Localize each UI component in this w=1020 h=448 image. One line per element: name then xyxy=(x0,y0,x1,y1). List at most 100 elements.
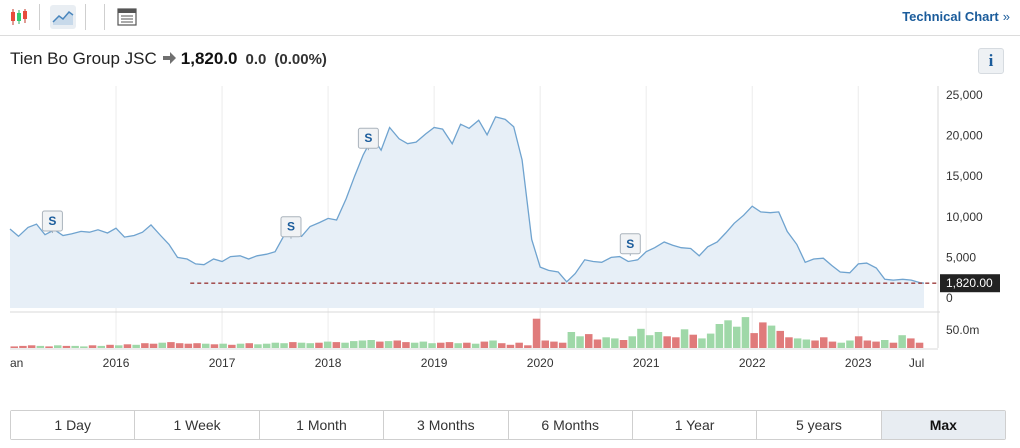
info-button[interactable]: i xyxy=(978,48,1004,74)
volume-bar xyxy=(402,342,410,348)
volume-bar xyxy=(62,345,71,348)
range-5-years[interactable]: 5 years xyxy=(757,411,882,439)
volume-bar xyxy=(323,341,332,348)
volume-bar xyxy=(515,342,523,348)
volume-bar xyxy=(289,342,297,348)
volume-bar xyxy=(733,326,741,348)
volume-bar xyxy=(149,343,158,348)
volume-bar xyxy=(480,341,489,348)
range-1-month[interactable]: 1 Month xyxy=(259,411,385,439)
volume-bar xyxy=(184,343,193,348)
volume-bar xyxy=(410,342,419,348)
volume-bar xyxy=(471,343,480,348)
volume-bar xyxy=(384,341,393,348)
volume-bar xyxy=(541,340,549,348)
volume-bar xyxy=(350,341,358,348)
range-3-months[interactable]: 3 Months xyxy=(384,411,509,439)
volume-axis-label: 50.0m xyxy=(946,323,979,337)
volume-bar xyxy=(297,342,306,348)
volume-bar xyxy=(645,335,654,348)
y-tick-label: 10,000 xyxy=(946,210,983,224)
last-price-tag-label: 1,820.00 xyxy=(946,276,993,290)
volume-bar xyxy=(602,337,610,348)
volume-bar xyxy=(811,340,819,348)
volume-bar xyxy=(567,332,576,348)
table-view-button[interactable] xyxy=(114,5,140,29)
candlestick-chart-button[interactable] xyxy=(6,5,32,29)
range-6-months[interactable]: 6 Months xyxy=(508,411,633,439)
volume-bar xyxy=(915,342,924,348)
volume-bar xyxy=(236,343,245,348)
volume-bar xyxy=(820,337,828,348)
x-tick-label: Jul xyxy=(909,356,924,370)
price-chart[interactable]: S S S S 25,000 20,000 15,000 10,000 5,000 0 50.0m… xyxy=(0,80,1020,380)
volume-bar xyxy=(132,344,140,348)
volume-bar xyxy=(19,345,27,348)
volume-bar xyxy=(158,342,166,348)
volume-bar xyxy=(376,341,384,348)
volume-bar xyxy=(315,342,323,348)
volume-bar xyxy=(689,334,697,348)
table-view-icon xyxy=(117,8,137,26)
chart-toolbar: Technical Chart» xyxy=(0,0,1020,36)
volume-bar xyxy=(71,345,79,348)
volume-bar xyxy=(367,340,375,348)
chart-widget: Technical Chart» Tien Bo Group JSC 1,820… xyxy=(0,0,1020,448)
info-icon: i xyxy=(988,51,994,70)
last-price-tag: 1,820.00 xyxy=(940,274,1000,293)
x-tick-label: 2019 xyxy=(421,356,448,370)
arrow-right-icon xyxy=(162,51,176,68)
candlestick-icon xyxy=(11,9,27,25)
y-tick-label: 0 xyxy=(946,291,953,305)
volume-bar xyxy=(863,340,872,348)
volume-bar xyxy=(141,343,149,348)
x-tick-label: 2020 xyxy=(527,356,554,370)
volume-bar xyxy=(628,336,636,348)
volume-bar xyxy=(262,343,271,348)
volume-bar xyxy=(576,336,584,348)
volume-bar xyxy=(27,345,36,348)
volume-bar xyxy=(759,322,767,348)
volume-bar xyxy=(898,335,906,348)
volume-bar xyxy=(585,334,593,348)
volume-bar xyxy=(245,343,253,348)
volume-bar xyxy=(506,344,515,348)
event-marker-label: S xyxy=(364,131,372,145)
volume-bar xyxy=(619,340,628,348)
volume-bar xyxy=(872,341,880,348)
event-marker-label: S xyxy=(287,220,295,234)
volume-bar xyxy=(54,345,62,348)
volume-bar xyxy=(767,325,776,348)
volume-bar xyxy=(419,341,428,348)
y-tick-label: 15,000 xyxy=(946,169,983,183)
y-tick-label: 20,000 xyxy=(946,129,983,143)
volume-bar xyxy=(793,338,802,348)
chevron-right-icon: » xyxy=(1002,9,1010,24)
technical-chart-link[interactable]: Technical Chart» xyxy=(902,9,1010,24)
range-1-week[interactable]: 1 Week xyxy=(135,411,260,439)
x-axis-ticks: an 2016 2017 2018 2019 2020 2021 2022 2023 Jul xyxy=(10,356,924,370)
volume-bar xyxy=(663,336,671,348)
volume-bar xyxy=(175,343,184,348)
line-chart-button[interactable] xyxy=(50,5,76,29)
y-axis-ticks: 25,000 20,000 15,000 10,000 5,000 0 50.0m xyxy=(946,88,983,337)
volume-bar xyxy=(846,340,854,348)
volume-bar xyxy=(776,330,784,348)
volume-bar xyxy=(785,337,793,348)
range-1-day[interactable]: 1 Day xyxy=(11,411,136,439)
y-tick-label: 5,000 xyxy=(946,250,976,264)
volume-bar xyxy=(637,328,645,348)
x-tick-label: 2022 xyxy=(739,356,766,370)
volume-bar xyxy=(97,345,105,348)
volume-bar xyxy=(558,342,567,348)
volume-bar xyxy=(332,342,341,348)
volume-bar xyxy=(219,343,227,348)
volume-bar xyxy=(724,320,732,348)
volume-bar xyxy=(341,342,349,348)
range-1-year[interactable]: 1 Year xyxy=(632,411,758,439)
volume-bar xyxy=(802,339,811,348)
y-tick-label: 25,000 xyxy=(946,88,983,102)
volume-bar xyxy=(611,338,619,348)
volume-bar xyxy=(463,342,471,348)
range-max[interactable]: Max xyxy=(881,411,1005,439)
